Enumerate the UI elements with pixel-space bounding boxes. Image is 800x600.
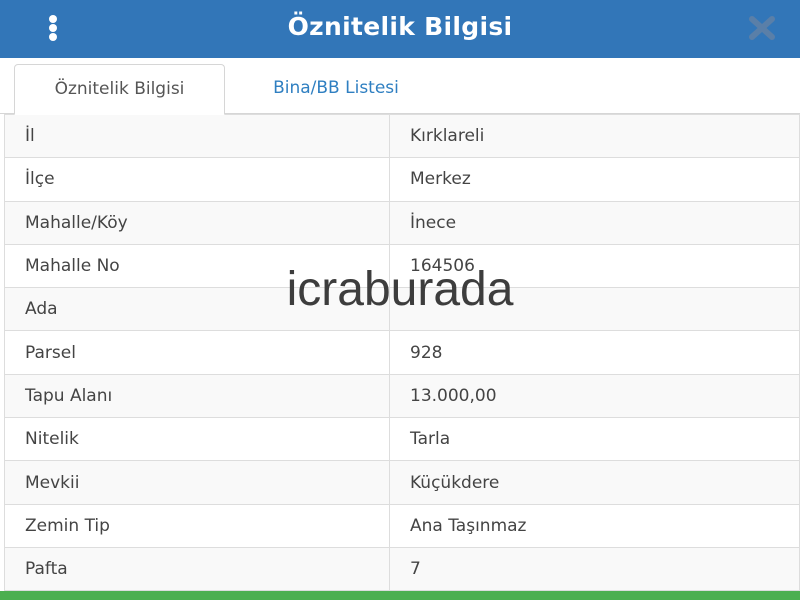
- row-key: Mevkii: [4, 460, 390, 505]
- row-key: İlçe: [4, 157, 390, 202]
- row-key: Parsel: [4, 330, 390, 375]
- table-row: İlçe Merkez: [4, 157, 800, 202]
- row-value: Küçükdere: [389, 460, 800, 505]
- tab-attribute-info[interactable]: Öznitelik Bilgisi: [14, 64, 225, 115]
- row-value: İnece: [389, 200, 800, 245]
- row-value: Tarla: [389, 417, 800, 462]
- row-key: Mahalle No: [4, 243, 390, 289]
- row-key: Tapu Alanı: [4, 373, 390, 419]
- row-key: Pafta: [4, 546, 390, 592]
- panel-header: Öznitelik Bilgisi: [0, 0, 800, 58]
- attribute-table-container: İl Kırklareli İlçe Merkez Mahalle/Köy İn…: [4, 113, 800, 592]
- close-icon[interactable]: [746, 14, 778, 42]
- row-value: [389, 287, 800, 332]
- row-value: Merkez: [389, 157, 800, 202]
- row-value: 928: [389, 330, 800, 375]
- table-row: Pafta 7: [4, 546, 800, 592]
- table-row: Mahalle/Köy İnece: [4, 200, 800, 245]
- row-key: Nitelik: [4, 417, 390, 462]
- table-row: İl Kırklareli: [4, 113, 800, 159]
- table-row: Nitelik Tarla: [4, 417, 800, 462]
- table-row: Zemin Tip Ana Taşınmaz: [4, 503, 800, 548]
- row-key: İl: [4, 113, 390, 159]
- table-row: Ada: [4, 287, 800, 332]
- row-value: 13.000,00: [389, 373, 800, 419]
- attribute-info-panel: Öznitelik Bilgisi Öznitelik Bilgisi Bina…: [0, 0, 800, 600]
- row-value: Kırklareli: [389, 113, 800, 159]
- table-row: Mahalle No 164506: [4, 243, 800, 289]
- row-value: Ana Taşınmaz: [389, 503, 800, 548]
- table-row: Mevkii Küçükdere: [4, 460, 800, 505]
- row-value: 164506: [389, 243, 800, 289]
- tab-building-list[interactable]: Bina/BB Listesi: [236, 64, 436, 113]
- row-key: Zemin Tip: [4, 503, 390, 548]
- table-row: Parsel 928: [4, 330, 800, 375]
- tab-bar: Öznitelik Bilgisi Bina/BB Listesi: [0, 58, 800, 115]
- panel-title: Öznitelik Bilgisi: [287, 12, 513, 41]
- row-key: Mahalle/Köy: [4, 200, 390, 245]
- row-value: 7: [389, 546, 800, 592]
- row-key: Ada: [4, 287, 390, 332]
- attribute-table: İl Kırklareli İlçe Merkez Mahalle/Köy İn…: [4, 113, 800, 592]
- table-row: Tapu Alanı 13.000,00: [4, 373, 800, 419]
- bottom-status-bar: [0, 591, 800, 600]
